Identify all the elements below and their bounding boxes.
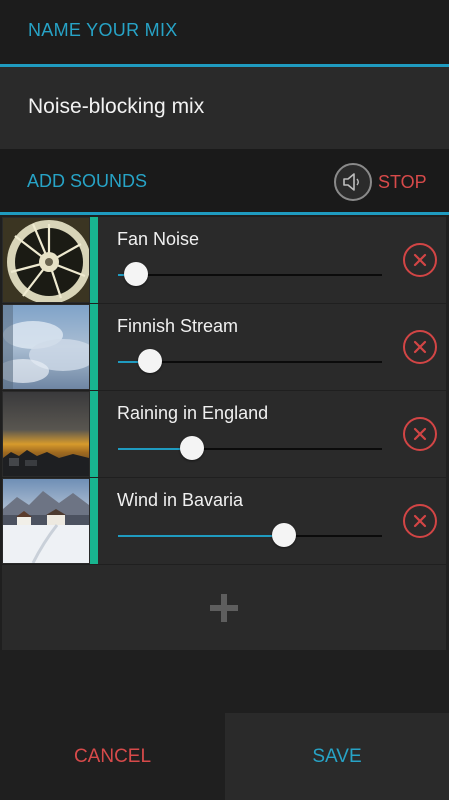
sound-thumbnail-wind (3, 479, 89, 563)
sound-thumbnail-stream (3, 305, 89, 389)
volume-slider[interactable] (118, 535, 382, 537)
sound-name: Raining in England (117, 403, 269, 423)
footer: CANCEL SAVE (0, 713, 449, 800)
volume-slider[interactable] (118, 448, 382, 450)
volume-slider-handle[interactable] (180, 436, 204, 460)
sound-row: Wind in Bavaria (2, 478, 446, 564)
sound-name: Wind in Bavaria (117, 490, 244, 510)
remove-sound-button[interactable] (403, 504, 437, 538)
sound-name: Fan Noise (117, 229, 200, 249)
volume-slider-handle[interactable] (138, 349, 162, 373)
sound-thumbnail-rain (3, 392, 89, 476)
remove-sound-button[interactable] (403, 417, 437, 451)
volume-slider-handle[interactable] (272, 523, 296, 547)
header: NAME YOUR MIX (0, 0, 449, 64)
section-divider (0, 212, 449, 215)
add-sound-button[interactable] (2, 565, 446, 650)
volume-slider-handle[interactable] (124, 262, 148, 286)
sound-accent-bar (90, 217, 98, 303)
close-icon (413, 427, 427, 441)
add-sounds-button[interactable]: ADD SOUNDS (27, 171, 147, 192)
sound-thumbnail-fan (3, 218, 89, 302)
remove-sound-button[interactable] (403, 330, 437, 364)
close-icon (413, 253, 427, 267)
remove-sound-button[interactable] (403, 243, 437, 277)
mix-name-input[interactable] (28, 89, 428, 125)
volume-slider[interactable] (118, 274, 382, 276)
sound-row: Raining in England (2, 391, 446, 477)
stop-label: STOP (378, 171, 427, 192)
plus-icon (210, 593, 238, 622)
save-button[interactable]: SAVE (225, 713, 449, 800)
mix-name-container (0, 67, 449, 149)
sound-accent-bar (90, 391, 98, 477)
sound-accent-bar (90, 478, 98, 564)
close-icon (413, 514, 427, 528)
page-title: NAME YOUR MIX (28, 20, 178, 40)
cancel-button[interactable]: CANCEL (0, 713, 225, 800)
sound-row: Finnish Stream (2, 304, 446, 390)
sound-accent-bar (90, 304, 98, 390)
sound-name: Finnish Stream (117, 316, 239, 336)
speaker-icon (334, 163, 372, 201)
close-icon (413, 340, 427, 354)
sound-row: Fan Noise (2, 217, 446, 303)
stop-button[interactable]: STOP (334, 163, 427, 201)
